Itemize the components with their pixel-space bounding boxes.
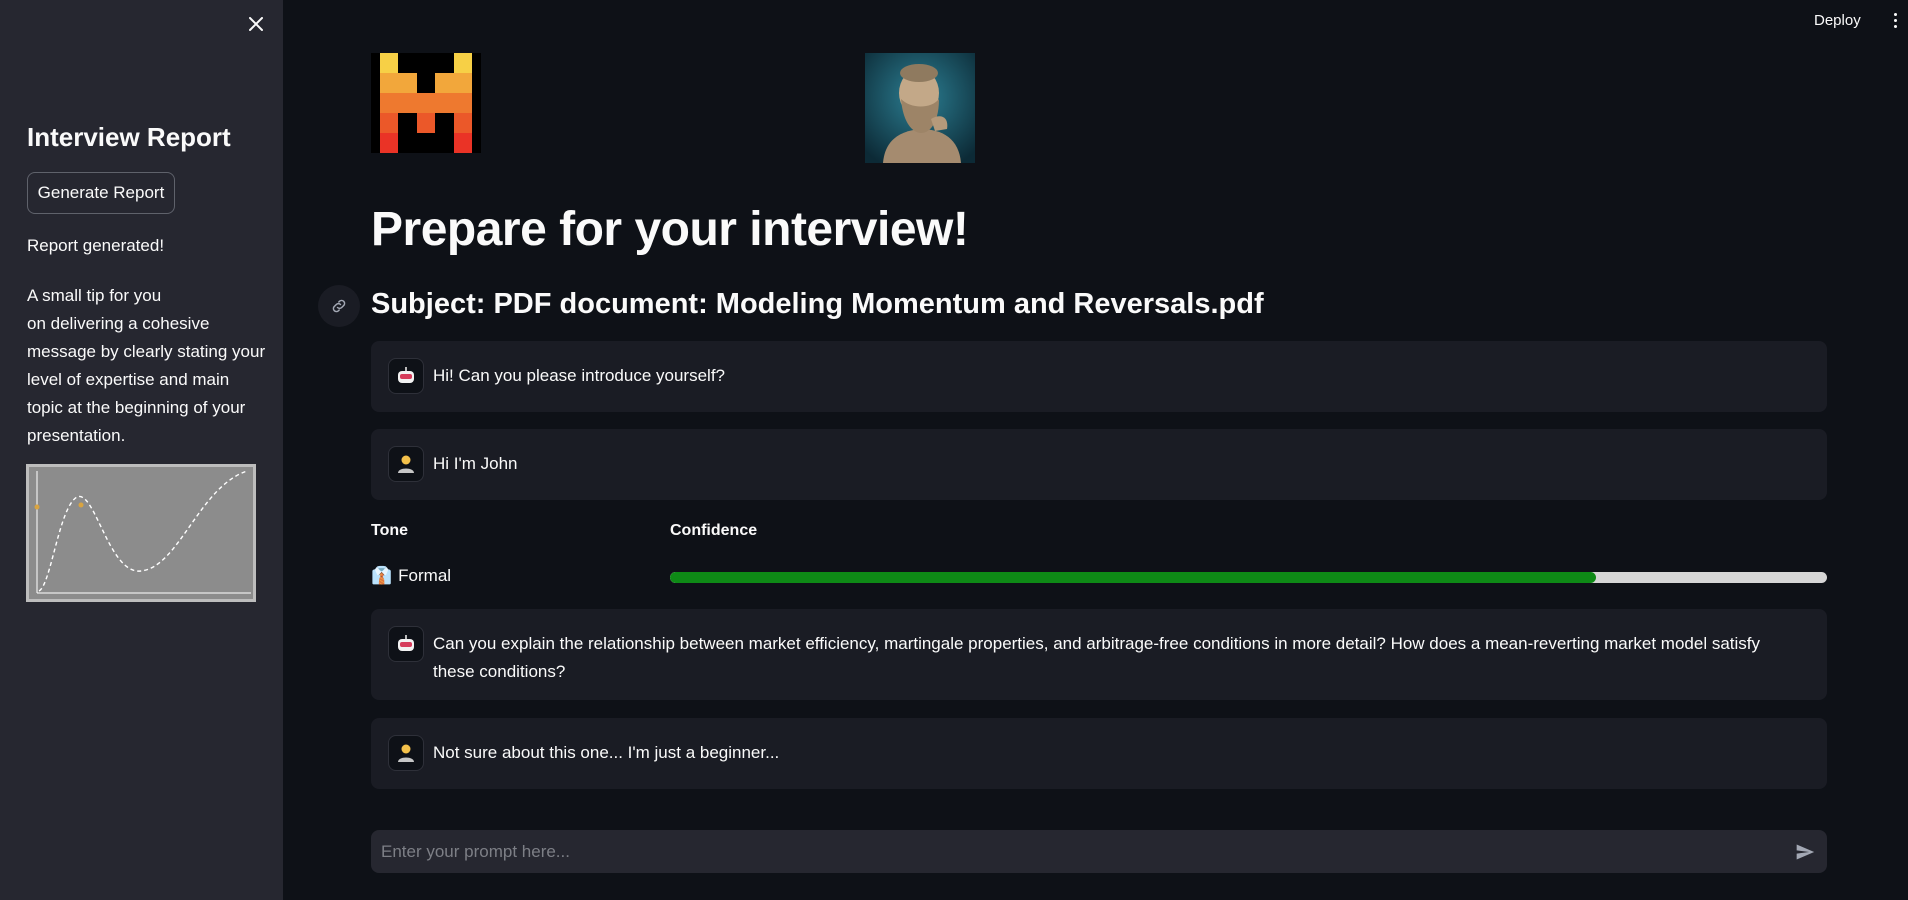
message-text: Hi I'm John	[433, 454, 518, 473]
tone-value: 👔 Formal	[371, 566, 451, 586]
chat-input-container	[371, 830, 1827, 873]
sidebar: Interview Report Generate Report Report …	[0, 0, 283, 900]
sidebar-title: Interview Report	[27, 122, 231, 152]
report-tip: A small tip for you on delivering a cohe…	[27, 286, 266, 445]
confidence-header: Confidence	[670, 522, 758, 539]
curve-graphic	[29, 467, 253, 599]
tone-label: Formal	[398, 566, 452, 585]
socrates-bust-image	[865, 53, 975, 163]
necktie-icon: 👔	[371, 566, 393, 585]
generate-report-button[interactable]: Generate Report	[27, 172, 175, 214]
report-status: Report generated!	[27, 236, 165, 255]
message-text: Can you explain the relationship between…	[433, 634, 1760, 681]
chat-message: Hi! Can you please introduce yourself?	[371, 341, 1827, 412]
close-sidebar-button[interactable]	[242, 10, 270, 38]
robot-icon	[388, 626, 424, 662]
send-icon	[1796, 844, 1815, 859]
mistral-logo	[371, 53, 481, 153]
send-button[interactable]	[1783, 830, 1827, 873]
tone-header: Tone	[371, 522, 409, 539]
page-title: Prepare for your interview!	[371, 203, 969, 256]
dunning-kruger-chart-image	[26, 464, 256, 602]
user-icon	[388, 735, 424, 771]
main-menu-button[interactable]	[1887, 8, 1903, 32]
link-icon	[332, 299, 346, 313]
deploy-button[interactable]: Deploy	[1808, 8, 1867, 32]
chat-message: Hi I'm John	[371, 429, 1827, 500]
user-icon	[388, 446, 424, 482]
anchor-link-button[interactable]	[318, 285, 360, 327]
robot-icon	[388, 358, 424, 394]
subject-heading: Subject: PDF document: Modeling Momentum…	[371, 288, 1264, 320]
confidence-progress-bar	[670, 572, 1827, 583]
close-icon	[249, 17, 263, 31]
chat-message: Can you explain the relationship between…	[371, 609, 1827, 700]
message-text: Hi! Can you please introduce yourself?	[433, 366, 725, 385]
message-text: Not sure about this one... I'm just a be…	[433, 743, 780, 762]
confidence-progress-fill	[670, 572, 1596, 583]
chat-message: Not sure about this one... I'm just a be…	[371, 718, 1827, 789]
prompt-input[interactable]	[371, 830, 1783, 873]
